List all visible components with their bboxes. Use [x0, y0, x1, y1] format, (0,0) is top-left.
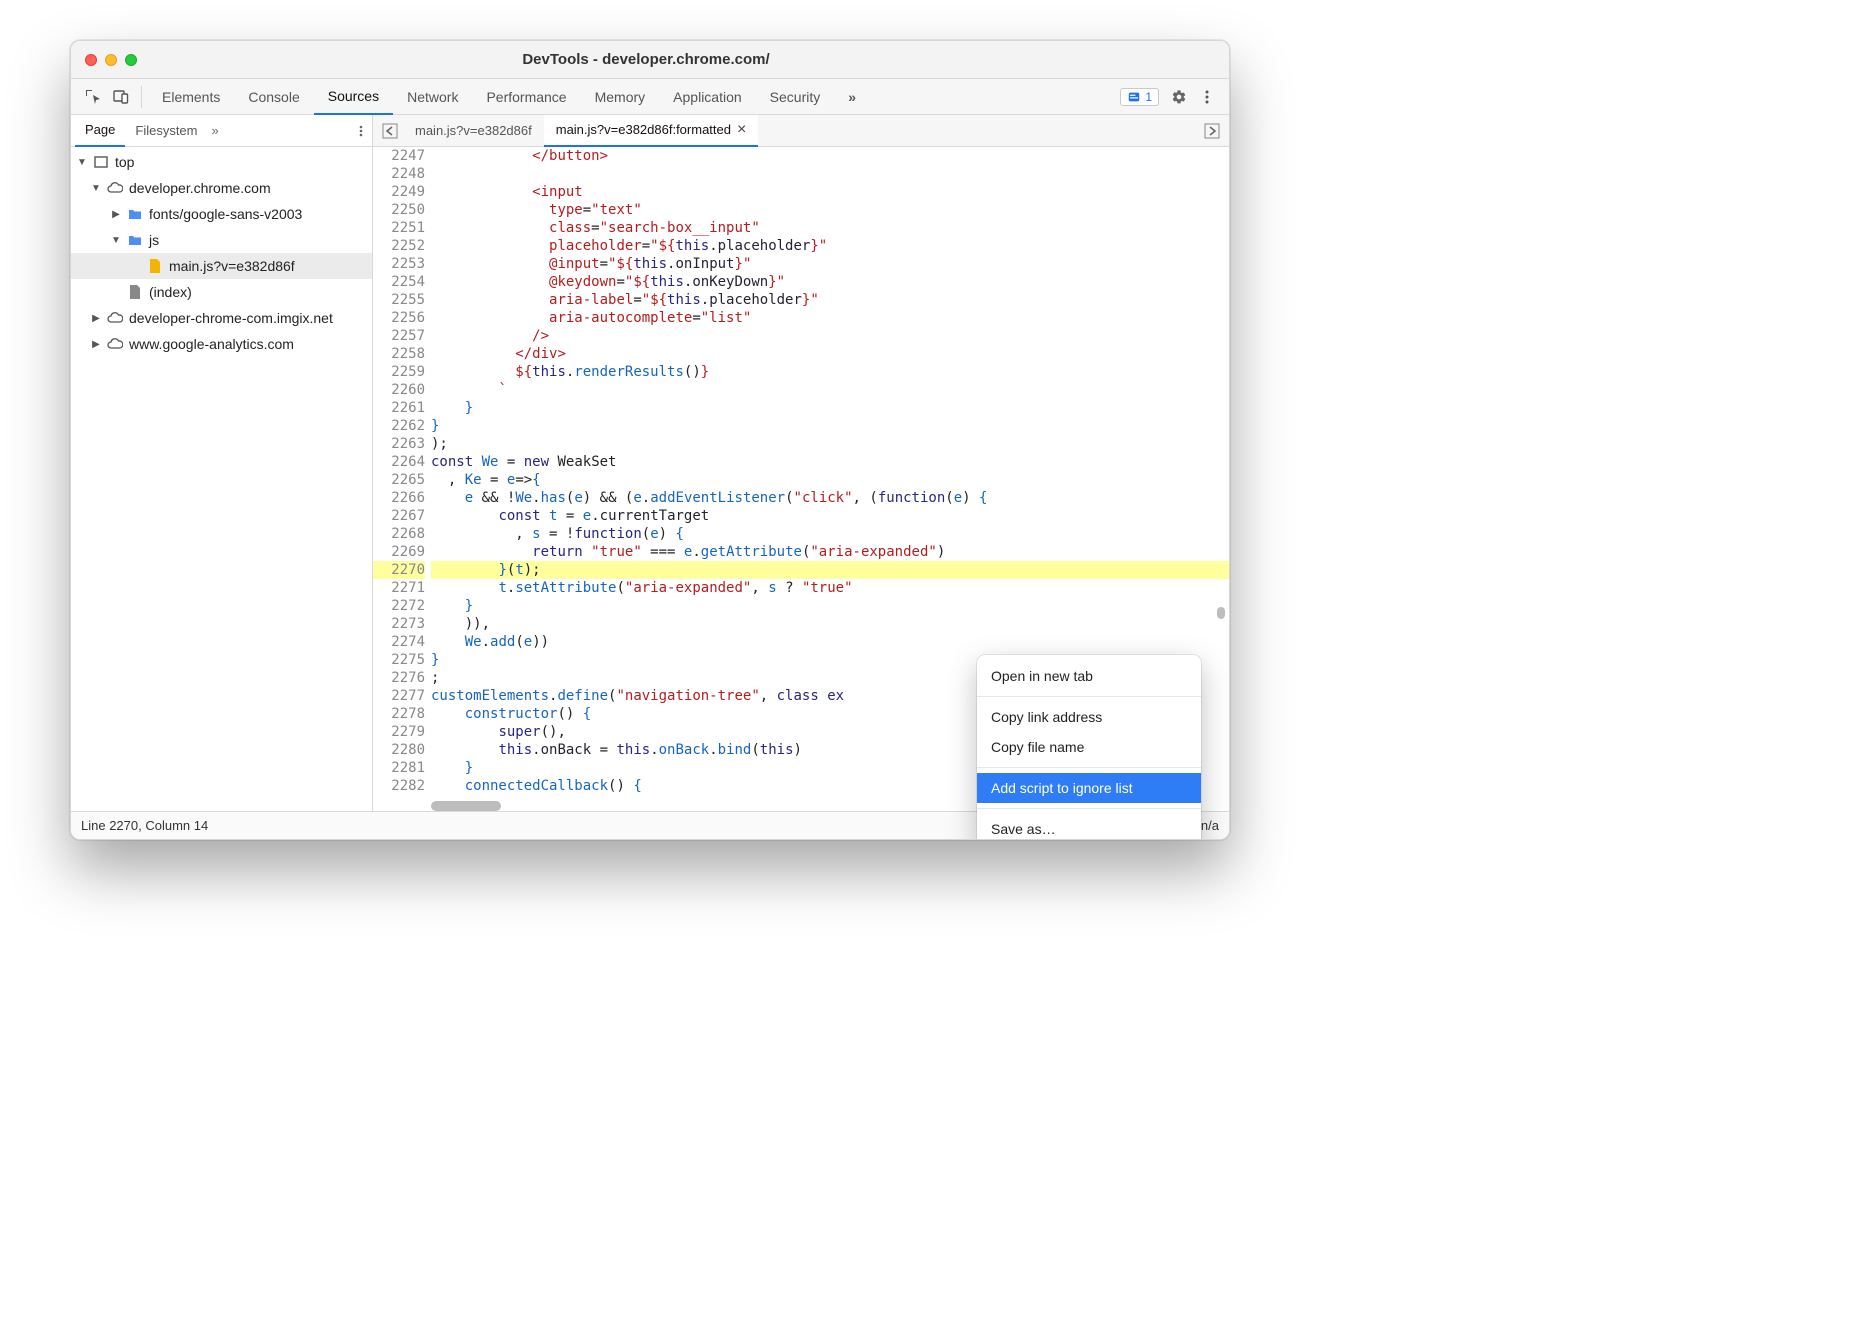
tab-application[interactable]: Application: [659, 79, 756, 115]
close-tab-icon[interactable]: ×: [737, 121, 746, 139]
tree-row-domain[interactable]: ▶ www.google-analytics.com: [71, 331, 372, 357]
toggle-debugger-pane-icon[interactable]: [1199, 118, 1225, 144]
traffic-lights: [85, 54, 137, 66]
menu-save-as[interactable]: Save as…: [977, 814, 1201, 840]
frame-icon: [93, 154, 109, 170]
menu-separator: [977, 696, 1201, 697]
navtab-filesystem[interactable]: Filesystem: [125, 115, 207, 147]
kebab-menu-icon[interactable]: [1193, 83, 1221, 111]
issues-count: 1: [1145, 90, 1152, 104]
tree-row-domain[interactable]: ▼ developer.chrome.com: [71, 175, 372, 201]
navigator-kebab-icon[interactable]: [354, 124, 368, 138]
tabs-overflow-icon[interactable]: »: [834, 79, 870, 115]
disclosure-triangle-icon[interactable]: ▶: [91, 339, 101, 350]
line-number-gutter[interactable]: 2247224822492250225122522253225422552256…: [373, 147, 431, 811]
menu-separator: [977, 808, 1201, 809]
disclosure-triangle-icon[interactable]: ▼: [91, 183, 101, 194]
menu-copy-file-name[interactable]: Copy file name: [977, 732, 1201, 762]
tab-security[interactable]: Security: [756, 79, 835, 115]
vertical-scroll-thumb[interactable]: [1217, 607, 1225, 619]
tree-label: developer.chrome.com: [129, 180, 271, 196]
tree-row-file-index[interactable]: (index): [71, 279, 372, 305]
menu-separator: [977, 767, 1201, 768]
editor-tab-formatted[interactable]: main.js?v=e382d86f:formatted ×: [544, 115, 759, 147]
menu-open-new-tab[interactable]: Open in new tab: [977, 661, 1201, 691]
issues-badge[interactable]: 1: [1120, 88, 1159, 106]
main-toolbar: Elements Console Sources Network Perform…: [71, 79, 1229, 115]
settings-gear-icon[interactable]: [1165, 83, 1193, 111]
folder-icon: [127, 232, 143, 248]
tree-label: (index): [149, 284, 192, 300]
tab-elements[interactable]: Elements: [148, 79, 234, 115]
tree-label: developer-chrome-com.imgix.net: [129, 310, 333, 326]
tree-row-folder-js[interactable]: ▼ js: [71, 227, 372, 253]
tree-row-domain[interactable]: ▶ developer-chrome-com.imgix.net: [71, 305, 372, 331]
editor-tab-unformatted[interactable]: main.js?v=e382d86f: [403, 115, 544, 147]
cloud-icon: [107, 180, 123, 196]
document-icon: [127, 284, 143, 300]
titlebar: DevTools - developer.chrome.com/: [71, 41, 1229, 79]
disclosure-triangle-icon[interactable]: ▼: [111, 235, 121, 246]
nav-back-icon[interactable]: [377, 118, 403, 144]
tree-row-file-mainjs[interactable]: main.js?v=e382d86f: [71, 253, 372, 279]
menu-copy-link-address[interactable]: Copy link address: [977, 702, 1201, 732]
navtab-page[interactable]: Page: [75, 115, 125, 147]
cloud-icon: [107, 336, 123, 352]
tab-performance[interactable]: Performance: [472, 79, 580, 115]
tree-row-folder[interactable]: ▶ fonts/google-sans-v2003: [71, 201, 372, 227]
tab-console[interactable]: Console: [234, 79, 313, 115]
disclosure-triangle-icon[interactable]: ▶: [111, 209, 121, 220]
tab-memory[interactable]: Memory: [581, 79, 660, 115]
navtabs-overflow-icon[interactable]: »: [212, 123, 219, 138]
cursor-position: Line 2270, Column 14: [81, 818, 208, 833]
tab-network[interactable]: Network: [393, 79, 472, 115]
navigator-pane: Page Filesystem » ▼ top ▼ developer.chro…: [71, 115, 373, 811]
tree-label: fonts/google-sans-v2003: [149, 206, 302, 222]
editor-pane: main.js?v=e382d86f main.js?v=e382d86f:fo…: [373, 115, 1229, 811]
device-toolbar-icon[interactable]: [107, 83, 135, 111]
file-tree[interactable]: ▼ top ▼ developer.chrome.com ▶ fonts/goo…: [71, 147, 372, 811]
close-window-button[interactable]: [85, 54, 97, 66]
cloud-icon: [107, 310, 123, 326]
tab-sources[interactable]: Sources: [314, 79, 393, 115]
minimize-window-button[interactable]: [105, 54, 117, 66]
navigator-tabs: Page Filesystem »: [71, 115, 372, 147]
menu-add-to-ignore-list[interactable]: Add script to ignore list: [977, 773, 1201, 803]
editor-tabs: main.js?v=e382d86f main.js?v=e382d86f:fo…: [373, 115, 1229, 147]
editor-tab-label: main.js?v=e382d86f:formatted: [556, 122, 731, 137]
editor-tab-label: main.js?v=e382d86f: [415, 123, 532, 138]
horizontal-scrollbar[interactable]: [431, 801, 501, 811]
tree-label: js: [149, 232, 159, 248]
tree-label: www.google-analytics.com: [129, 336, 294, 352]
disclosure-triangle-icon[interactable]: ▶: [91, 313, 101, 324]
disclosure-triangle-icon[interactable]: ▼: [77, 157, 87, 168]
tree-row-top[interactable]: ▼ top: [71, 149, 372, 175]
context-menu: Open in new tab Copy link address Copy f…: [977, 655, 1201, 840]
js-file-icon: [147, 258, 163, 274]
tree-label: main.js?v=e382d86f: [169, 258, 295, 274]
folder-icon: [127, 206, 143, 222]
inspect-element-icon[interactable]: [79, 83, 107, 111]
tree-label: top: [115, 154, 134, 170]
devtools-window: DevTools - developer.chrome.com/ Element…: [70, 40, 1230, 840]
window-title: DevTools - developer.chrome.com/: [137, 51, 1155, 68]
maximize-window-button[interactable]: [125, 54, 137, 66]
